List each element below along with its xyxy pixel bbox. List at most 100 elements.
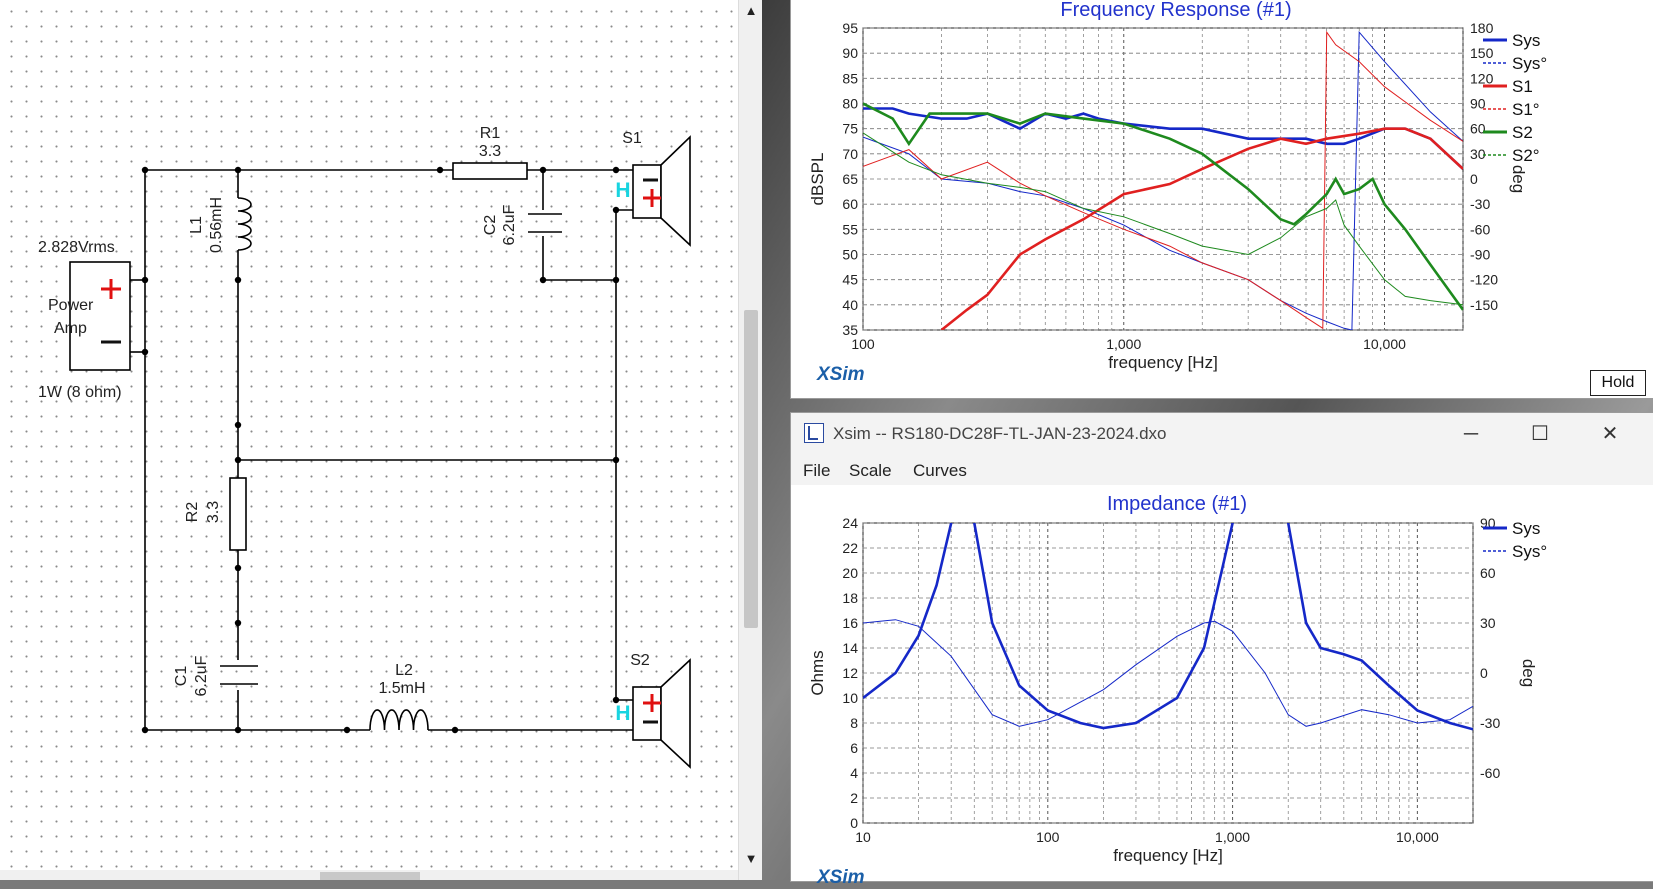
y-tick-label: 20 [842, 565, 858, 581]
y2-tick-label: 0 [1470, 171, 1478, 187]
y-tick-label: 70 [842, 146, 858, 162]
x-tick-label: 100 [851, 336, 875, 352]
window-title: Xsim -- RS180-DC28F-TL-JAN-23-2024.dxo [833, 424, 1167, 443]
r1-name: R1 [480, 125, 501, 142]
s1-cone [660, 135, 691, 247]
c2-value: 6.2uF [501, 204, 518, 245]
y-tick-label: 22 [842, 540, 858, 556]
s2-magnet [632, 686, 662, 741]
y-tick-label: 80 [842, 96, 858, 112]
hscroll-thumb[interactable] [320, 872, 420, 880]
y2-axis-label: deg [1519, 659, 1538, 687]
y2-tick-label: -150 [1470, 297, 1498, 313]
schematic-horizontal-scrollbar[interactable] [0, 870, 738, 880]
minimize-icon[interactable]: ─ [1448, 419, 1494, 449]
c1-name: C1 [173, 666, 190, 687]
maximize-icon[interactable]: ☐ [1517, 419, 1563, 449]
y-tick-label: 2 [850, 790, 858, 806]
y-tick-label: 95 [842, 20, 858, 36]
close-icon[interactable]: ✕ [1587, 419, 1633, 449]
y-tick-label: 18 [842, 590, 858, 606]
x-axis-label: frequency [Hz] [1113, 846, 1223, 865]
y-tick-label: 10 [842, 690, 858, 706]
l1-coil [237, 197, 252, 251]
y2-tick-label: 180 [1470, 20, 1494, 36]
title-bar[interactable]: Xsim -- RS180-DC28F-TL-JAN-23-2024.dxo ─… [791, 413, 1653, 455]
r1-value: 3.3 [479, 143, 501, 160]
s2-tag: H [615, 702, 630, 725]
l2-coil [369, 709, 429, 731]
s1-magnet [632, 164, 662, 219]
y-tick-label: 16 [842, 615, 858, 631]
scroll-down-icon[interactable]: ▼ [739, 848, 763, 870]
c1-value: 6.2uF [193, 655, 210, 696]
y-tick-label: 45 [842, 272, 858, 288]
y2-tick-label: 30 [1470, 146, 1486, 162]
impedance-chart: Impedance (#1) 024681012141618202224-60-… [808, 493, 1547, 865]
y-tick-label: 60 [842, 196, 858, 212]
legend-label: Sys [1512, 519, 1540, 538]
y2-tick-label: -120 [1470, 272, 1498, 288]
y2-tick-label: 60 [1480, 565, 1496, 581]
r2-value: 3.3 [205, 501, 222, 523]
y2-tick-label: -90 [1470, 247, 1490, 263]
y2-tick-label: -60 [1470, 221, 1490, 237]
s1-name: S1 [622, 130, 642, 147]
xsim-app-icon [804, 423, 824, 443]
legend-label: Sys [1512, 31, 1540, 50]
hold-button[interactable]: Hold [1590, 370, 1646, 396]
y2-axis-label: deg [1509, 165, 1528, 193]
y-tick-label: 55 [842, 221, 858, 237]
menu-file[interactable]: File [803, 461, 830, 481]
l2-value: 1.5mH [378, 680, 425, 697]
menu-scale[interactable]: Scale [849, 461, 892, 481]
c2-name: C2 [482, 215, 499, 236]
y-tick-label: 75 [842, 121, 858, 137]
l2-name: L2 [395, 662, 413, 679]
frequency-response-window[interactable]: Frequency Response (#1) 35 40 45 50 55 60 65 70… [790, 0, 1653, 399]
xsim-brand-label: XSim [817, 364, 865, 385]
scroll-thumb[interactable] [744, 310, 758, 628]
x-tick-label: 100 [1036, 829, 1060, 845]
y2-tick-label: 0 [1480, 665, 1488, 681]
y2-tick-label: 150 [1470, 45, 1494, 61]
schematic-vertical-scrollbar[interactable]: ▲ ▼ [738, 0, 763, 880]
r2-resistor [229, 477, 247, 551]
y-tick-label: 8 [850, 715, 858, 731]
source-name-label-2: Amp [54, 320, 87, 337]
y-tick-label: 90 [842, 45, 858, 61]
schematic-canvas[interactable]: 2.828Vrms Power Amp 1W (8 ohm) R1 3.3 S1… [0, 0, 743, 880]
legend-label: S2° [1512, 146, 1540, 165]
y-tick-label: 50 [842, 247, 858, 263]
y-tick-label: 12 [842, 665, 858, 681]
y-tick-label: 14 [842, 640, 858, 656]
s2-name: S2 [630, 652, 650, 669]
s1-tag: H [615, 179, 630, 202]
x-tick-label: 10,000 [1396, 829, 1439, 845]
x-tick-label: 10,000 [1363, 336, 1406, 352]
frequency-response-chart: Frequency Response (#1) 3540455055606570… [808, 0, 1547, 372]
legend-label: S2 [1512, 123, 1533, 142]
y-axis-label: dBSPL [808, 153, 827, 206]
xsim-brand-label: XSim [817, 867, 865, 888]
r2-name: R2 [184, 502, 201, 523]
menu-curves[interactable]: Curves [913, 461, 967, 481]
y-tick-label: 24 [842, 515, 858, 531]
y-tick-label: 6 [850, 740, 858, 756]
scroll-up-icon[interactable]: ▲ [739, 0, 763, 22]
y-tick-label: 40 [842, 297, 858, 313]
y2-tick-label: -30 [1480, 715, 1500, 731]
impedance-window[interactable]: Xsim -- RS180-DC28F-TL-JAN-23-2024.dxo ─… [790, 412, 1653, 888]
y-tick-label: 85 [842, 70, 858, 86]
y-tick-label: 4 [850, 765, 858, 781]
legend-label: Sys° [1512, 542, 1547, 561]
x-tick-label: 10 [855, 829, 871, 845]
chart-title: Frequency Response (#1) [1060, 0, 1291, 21]
y2-tick-label: 120 [1470, 70, 1494, 86]
l1-name: L1 [188, 216, 205, 234]
y2-tick-label: -60 [1480, 765, 1500, 781]
y2-tick-label: 30 [1480, 615, 1496, 631]
l1-value: 0.56mH [208, 197, 225, 253]
legend-label: Sys° [1512, 54, 1547, 73]
x-tick-label: 1,000 [1215, 829, 1250, 845]
